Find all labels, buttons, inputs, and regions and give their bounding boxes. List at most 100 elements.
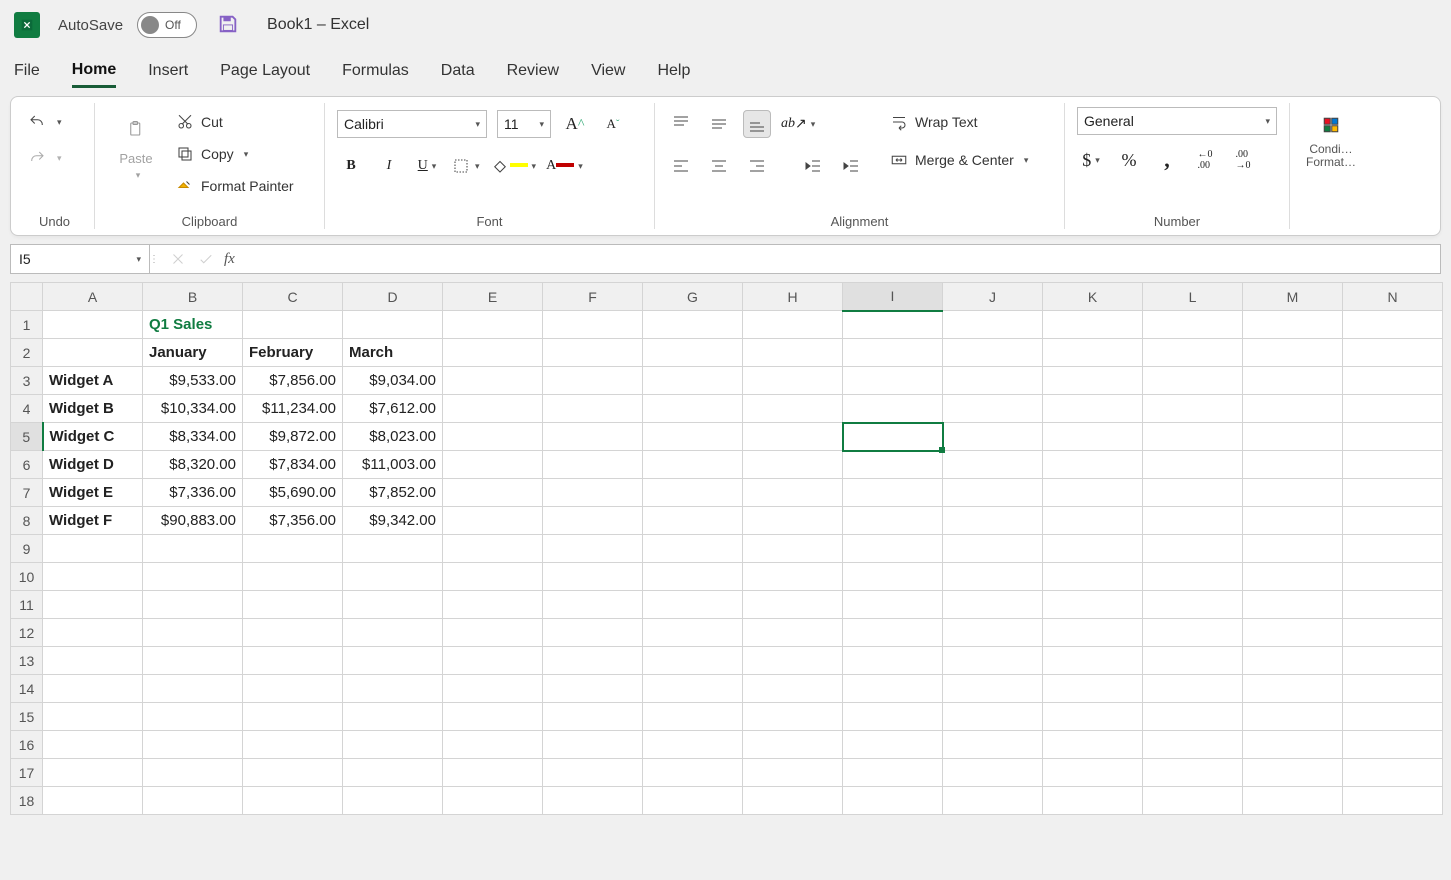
cell[interactable] — [943, 619, 1043, 647]
cell[interactable] — [1143, 787, 1243, 815]
redo-button[interactable]: ▾ — [27, 143, 62, 173]
borders-button[interactable]: ▾ — [451, 152, 480, 180]
cell[interactable] — [1243, 535, 1343, 563]
cell[interactable]: $7,834.00 — [243, 451, 343, 479]
cell[interactable] — [1043, 339, 1143, 367]
cell[interactable] — [743, 479, 843, 507]
merge-center-button[interactable]: Merge & Center▾ — [889, 145, 1028, 175]
cell[interactable] — [743, 451, 843, 479]
cell[interactable] — [343, 787, 443, 815]
row-header[interactable]: 9 — [11, 535, 43, 563]
cell[interactable] — [443, 479, 543, 507]
cell[interactable]: $7,612.00 — [343, 395, 443, 423]
cell[interactable] — [1243, 339, 1343, 367]
cell[interactable] — [1343, 675, 1443, 703]
cell[interactable] — [643, 423, 743, 451]
cell[interactable] — [343, 647, 443, 675]
cell[interactable] — [1043, 367, 1143, 395]
cell[interactable] — [43, 563, 143, 591]
cell[interactable] — [243, 787, 343, 815]
cell[interactable] — [443, 675, 543, 703]
column-header[interactable]: F — [543, 283, 643, 311]
cell[interactable] — [643, 507, 743, 535]
cell[interactable] — [43, 759, 143, 787]
cell[interactable] — [543, 563, 643, 591]
tab-insert[interactable]: Insert — [148, 56, 188, 86]
row-header[interactable]: 11 — [11, 591, 43, 619]
cell[interactable] — [143, 675, 243, 703]
decrease-decimal-icon[interactable]: .00→0 — [1229, 146, 1257, 174]
cell[interactable] — [843, 311, 943, 339]
cell[interactable] — [243, 703, 343, 731]
column-header[interactable]: L — [1143, 283, 1243, 311]
row-header[interactable]: 18 — [11, 787, 43, 815]
cell[interactable] — [43, 619, 143, 647]
cell[interactable] — [943, 479, 1043, 507]
cell[interactable] — [243, 647, 343, 675]
increase-font-icon[interactable]: A^ — [561, 110, 589, 138]
fill-color-button[interactable]: ▾ — [490, 152, 537, 180]
cell[interactable] — [43, 535, 143, 563]
cell[interactable] — [943, 591, 1043, 619]
cell[interactable] — [543, 647, 643, 675]
cell[interactable] — [143, 619, 243, 647]
cell[interactable]: Q1 Sales — [143, 311, 243, 339]
paste-button[interactable]: Paste ▾ — [107, 107, 165, 185]
cell[interactable] — [543, 367, 643, 395]
cell[interactable] — [843, 759, 943, 787]
cell[interactable]: $9,034.00 — [343, 367, 443, 395]
cell[interactable] — [1043, 647, 1143, 675]
tab-help[interactable]: Help — [657, 56, 690, 86]
cell[interactable] — [1043, 423, 1143, 451]
cell[interactable]: Widget A — [43, 367, 143, 395]
cell[interactable] — [343, 563, 443, 591]
row-header[interactable]: 7 — [11, 479, 43, 507]
cell[interactable] — [1343, 647, 1443, 675]
font-color-button[interactable]: A▾ — [546, 152, 583, 180]
column-header[interactable]: G — [643, 283, 743, 311]
cell[interactable] — [643, 703, 743, 731]
cell[interactable] — [543, 787, 643, 815]
cell[interactable] — [1143, 367, 1243, 395]
cell[interactable] — [843, 479, 943, 507]
cell[interactable] — [43, 675, 143, 703]
cell[interactable] — [443, 563, 543, 591]
row-header[interactable]: 4 — [11, 395, 43, 423]
cell[interactable] — [443, 703, 543, 731]
cell[interactable] — [243, 563, 343, 591]
cell[interactable] — [443, 339, 543, 367]
cell[interactable] — [543, 759, 643, 787]
font-size-select[interactable]: 11▾ — [497, 110, 551, 138]
cell[interactable] — [1043, 451, 1143, 479]
align-right-icon[interactable] — [743, 152, 771, 180]
cell[interactable] — [1343, 535, 1443, 563]
cell[interactable] — [443, 311, 543, 339]
tab-formulas[interactable]: Formulas — [342, 56, 409, 86]
cell[interactable] — [743, 423, 843, 451]
cell[interactable] — [543, 535, 643, 563]
cell[interactable] — [1043, 563, 1143, 591]
cell[interactable] — [343, 535, 443, 563]
cell[interactable] — [1143, 311, 1243, 339]
cell[interactable] — [743, 619, 843, 647]
cell[interactable] — [643, 619, 743, 647]
cell[interactable] — [1343, 563, 1443, 591]
cell[interactable] — [943, 395, 1043, 423]
row-header[interactable]: 5 — [11, 423, 43, 451]
cell[interactable]: $8,320.00 — [143, 451, 243, 479]
cell[interactable]: Widget D — [43, 451, 143, 479]
cell[interactable] — [943, 311, 1043, 339]
increase-indent-icon[interactable] — [837, 152, 865, 180]
cell[interactable] — [943, 675, 1043, 703]
conditional-formatting-button[interactable]: Condi…Format… — [1302, 107, 1360, 173]
tab-view[interactable]: View — [591, 56, 625, 86]
cell[interactable] — [943, 507, 1043, 535]
cell[interactable] — [1043, 479, 1143, 507]
cell[interactable] — [43, 787, 143, 815]
enter-formula-icon[interactable] — [196, 249, 216, 269]
cell[interactable] — [143, 563, 243, 591]
cell[interactable] — [543, 479, 643, 507]
row-header[interactable]: 17 — [11, 759, 43, 787]
formula-bar[interactable] — [245, 244, 1441, 274]
cell[interactable] — [943, 703, 1043, 731]
